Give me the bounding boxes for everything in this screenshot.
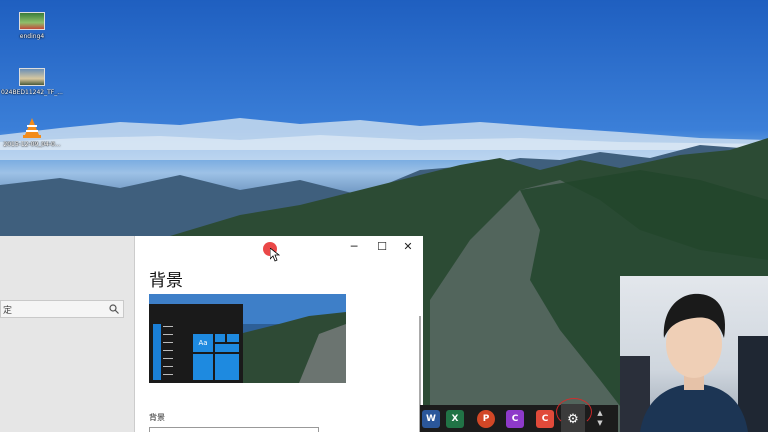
desktop: ending4 024BED11242_TF_... 2015-12-09_04… <box>0 0 768 432</box>
excel-icon[interactable]: X <box>446 410 464 428</box>
preview-start-menu: Aa <box>149 304 243 383</box>
image-icon <box>19 12 45 30</box>
purple-app-icon[interactable]: C <box>506 410 524 428</box>
taskbar-scroll-arrows[interactable]: ▲ ▼ <box>596 408 604 430</box>
powerpoint-icon[interactable]: P <box>477 410 495 428</box>
image-icon <box>19 68 45 86</box>
desktop-icon-label: 024BED11242_TF_... <box>1 89 63 96</box>
desktop-icon-video-file[interactable]: 2015-12-09_04-0... <box>0 116 64 148</box>
webcam-overlay <box>620 276 768 432</box>
desktop-icon-ending4[interactable]: ending4 <box>0 12 64 40</box>
maximize-button[interactable]: ☐ <box>373 238 391 254</box>
word-icon[interactable]: W <box>422 410 440 428</box>
search-icon <box>109 304 119 314</box>
background-type-dropdown[interactable] <box>149 427 319 432</box>
click-annotation-ring <box>556 398 592 426</box>
search-placeholder: 定 <box>3 306 13 316</box>
desktop-icon-label: 2015-12-09_04-0... <box>3 141 61 148</box>
vlc-icon <box>23 118 41 138</box>
settings-search-input[interactable]: 定 <box>0 300 124 318</box>
red-app-icon[interactable]: C <box>536 410 554 428</box>
settings-window: ─ ☐ ✕ 背景 Aa 背景 <box>134 236 423 432</box>
webcam-person <box>620 293 768 432</box>
close-button[interactable]: ✕ <box>399 238 417 254</box>
minimize-button[interactable]: ─ <box>345 238 363 254</box>
preview-sidebar <box>153 324 161 380</box>
mouse-cursor-icon <box>270 248 280 262</box>
settings-nav-panel <box>0 236 134 432</box>
background-section-label: 背景 <box>149 413 165 422</box>
preview-tile: Aa <box>193 334 213 352</box>
desktop-icon-image-file[interactable]: 024BED11242_TF_... <box>0 68 64 96</box>
page-title: 背景 <box>149 271 183 291</box>
background-preview: Aa <box>149 294 346 383</box>
desktop-icon-label: ending4 <box>19 33 45 40</box>
